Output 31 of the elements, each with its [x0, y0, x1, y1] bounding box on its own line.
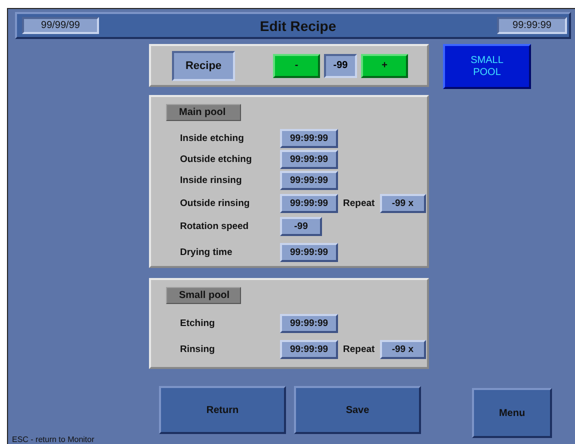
- row-label: Inside etching: [179, 132, 245, 144]
- value-field[interactable]: 99:99:99: [280, 242, 338, 262]
- repeat-label: Repeat: [343, 344, 375, 354]
- recipe-button[interactable]: Recipe: [172, 50, 235, 80]
- decrement-button[interactable]: -: [273, 54, 320, 78]
- repeat-label: Repeat: [343, 198, 375, 208]
- row-label: Outside etching: [179, 154, 253, 164]
- value-field[interactable]: 99:99:99: [280, 170, 338, 190]
- repeat-field[interactable]: -99 x: [380, 194, 426, 212]
- value-field[interactable]: 99:99:99: [280, 314, 338, 332]
- date-field: 99/99/99: [22, 17, 99, 34]
- row-label: Outside rinsing: [179, 198, 251, 208]
- value-field[interactable]: -99: [280, 216, 322, 236]
- row-label: Inside rinsing: [179, 174, 243, 186]
- value-field[interactable]: 99:99:99: [280, 150, 338, 168]
- section-title: Small pool: [166, 287, 241, 304]
- repeat-field[interactable]: -99 x: [380, 340, 426, 358]
- row-label: Etching: [179, 318, 216, 328]
- increment-button[interactable]: +: [361, 54, 408, 78]
- recipe-number-field[interactable]: -99: [324, 54, 357, 78]
- pool-button[interactable]: SMALL POOL: [443, 44, 531, 89]
- value-field[interactable]: 99:99:99: [280, 128, 338, 148]
- value-field[interactable]: 99:99:99: [280, 340, 338, 358]
- row-label: Drying time: [179, 246, 234, 258]
- window-title: Edit Recipe: [258, 18, 338, 34]
- section-title: Main pool: [166, 104, 241, 121]
- time-field: 99:99:99: [497, 17, 567, 34]
- row-label: Rinsing: [179, 344, 216, 354]
- value-field[interactable]: 99:99:99: [280, 194, 338, 212]
- status-text: ESC - return to Monitor: [12, 435, 94, 444]
- row-label: Rotation speed: [179, 220, 250, 232]
